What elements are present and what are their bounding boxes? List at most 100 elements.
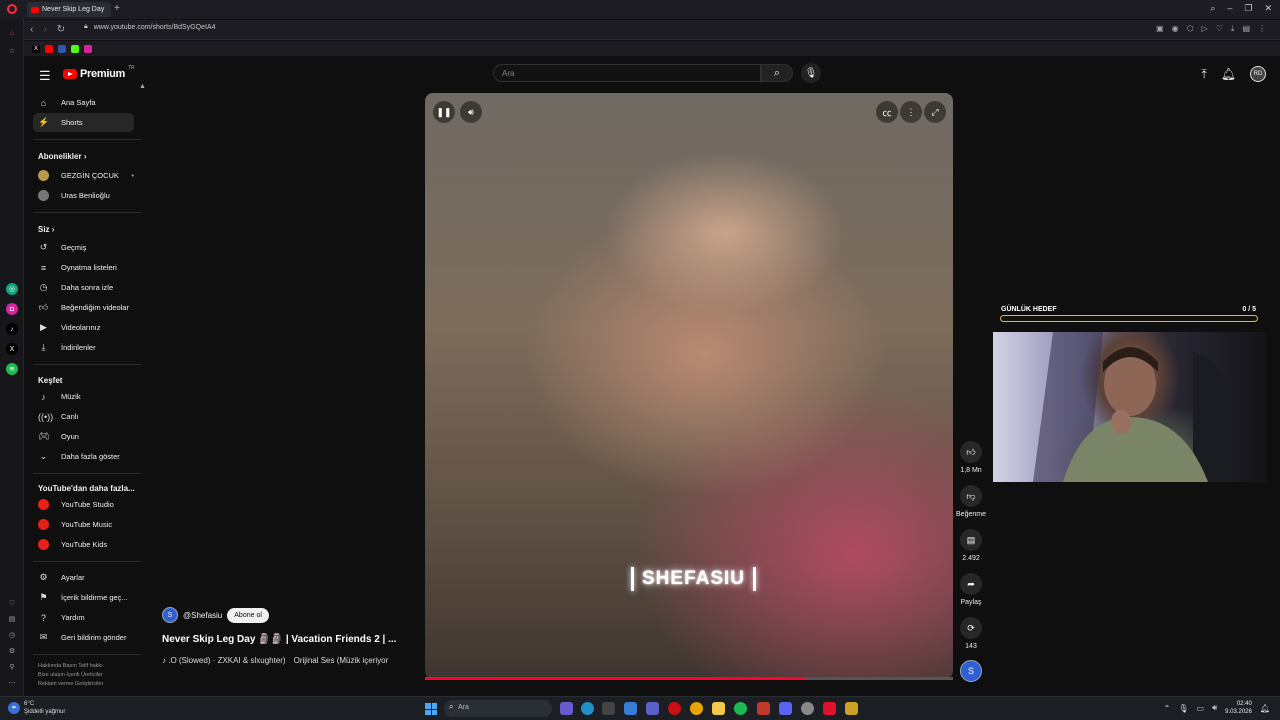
pin-icon[interactable]: ⚲	[6, 661, 18, 673]
wallet-icon[interactable]: ▤	[6, 613, 18, 625]
like-button[interactable]: 👍︎ 1,8 Mn	[951, 441, 991, 474]
sidebar-item-music[interactable]: ♪ Müzik	[33, 387, 134, 406]
maximize-icon[interactable]: ❐	[1244, 3, 1252, 14]
player-icon[interactable]: ▷	[1202, 24, 1208, 34]
settings-icon[interactable]: ⚙	[6, 645, 18, 657]
search-button[interactable]: ⌕	[761, 64, 793, 82]
chrome-icon[interactable]	[690, 702, 703, 715]
recorder-icon[interactable]	[823, 702, 836, 715]
sidebar-item-kids[interactable]: YouTube Kids	[33, 535, 134, 554]
more-icon[interactable]: ⋯	[6, 677, 18, 689]
edge-icon[interactable]	[581, 702, 594, 715]
youtube-logo[interactable]: Premium TR	[63, 65, 135, 80]
sidebar-item-settings[interactable]: ⚙ Ayarlar	[33, 568, 134, 587]
sidebar-item-feedback[interactable]: ✉ Geri bildirim gönder	[33, 628, 134, 647]
star-icon[interactable]: ☆	[6, 45, 18, 57]
url-field[interactable]: 🔒︎ www.youtube.com/shorts/BdSyGQeIA4	[84, 23, 216, 31]
game-icon[interactable]	[845, 702, 858, 715]
spotify-icon[interactable]	[734, 702, 747, 715]
subscriptions-header[interactable]: Abonelikler ›	[38, 152, 86, 161]
sidebar-item-sub-uras[interactable]: Uras Benlioğlu	[33, 186, 134, 205]
sidebar-item-liked[interactable]: 👍︎ Beğendiğim videolar	[33, 298, 134, 317]
camera-icon[interactable]: ◉	[1172, 24, 1179, 34]
flag-bookmark-icon[interactable]	[58, 44, 66, 53]
sidebar-item-help[interactable]: ? Yardım	[33, 608, 134, 627]
copilot-icon[interactable]	[560, 702, 573, 715]
home-icon[interactable]: ⌂	[6, 27, 18, 39]
sidebar-item-your-videos[interactable]: ▶ Videolarınız	[33, 318, 134, 337]
wallet-icon[interactable]: ▤	[1242, 24, 1250, 34]
extension-icon[interactable]: ⬡	[1187, 24, 1194, 34]
forward-icon[interactable]: ›	[43, 24, 46, 35]
instagram-bookmark-icon[interactable]	[84, 44, 92, 53]
x-icon[interactable]: X	[6, 343, 18, 355]
heart-icon[interactable]: ♡	[1216, 24, 1223, 34]
menu-icon[interactable]: ⋮	[1258, 24, 1266, 34]
store-icon[interactable]	[602, 702, 615, 715]
share-button[interactable]: ➦ Paylaş	[951, 573, 991, 606]
microphone-icon[interactable]: 🎙︎	[1178, 704, 1188, 713]
sidebar-item-playlists[interactable]: ≡ Oynatma listeleri	[33, 258, 134, 277]
page-action-icon[interactable]: ▣	[1156, 24, 1164, 34]
scroll-up-icon[interactable]: ▲	[139, 83, 146, 90]
kick-bookmark-icon[interactable]	[71, 44, 79, 53]
original-sound[interactable]: Orijinal Ses (Müzik içeriyor	[294, 656, 389, 665]
minimize-icon[interactable]: –	[1227, 3, 1232, 14]
sound-row[interactable]: ♪ .O (Slowed) · ZXKAI & slxughter) Oriji…	[162, 656, 388, 665]
taskbar-search-input[interactable]: Ara	[444, 700, 552, 717]
footer-line[interactable]: Reklam verme Geliştiriciler	[38, 680, 138, 689]
footer-line[interactable]: Hakkında Basın Telif hakkı	[38, 662, 138, 671]
browser-tab[interactable]: Never Skip Leg Day	[27, 2, 111, 17]
weather-widget[interactable]: ☂ 6°C Şiddetli yağmur	[8, 700, 65, 716]
video-title[interactable]: Never Skip Leg Day 🗿🗿 | Vacation Friends…	[162, 634, 396, 645]
reload-icon[interactable]: ↻	[57, 24, 65, 35]
new-tab-button[interactable]: +	[114, 3, 120, 14]
sidebar-item-history[interactable]: ↺ Geçmiş	[33, 238, 134, 257]
file-explorer-icon[interactable]	[712, 702, 725, 715]
sidebar-item-report-history[interactable]: ⚑ İçerik bildirme geç...	[33, 588, 134, 607]
channel-name[interactable]: @Shefasiu	[183, 611, 222, 620]
youtube-bookmark-icon[interactable]	[45, 44, 53, 53]
app-icon[interactable]	[757, 702, 770, 715]
spotify-icon[interactable]: ≋	[6, 363, 18, 375]
mail-icon[interactable]	[624, 702, 637, 715]
sidebar-item-live[interactable]: ((•)) Canlı	[33, 407, 134, 426]
clock[interactable]: 02:40 9.03.2026	[1225, 700, 1252, 716]
close-icon[interactable]: ✕	[1264, 3, 1272, 14]
sidebar-item-studio[interactable]: YouTube Studio	[33, 495, 134, 514]
sidebar-item-music-app[interactable]: YouTube Music	[33, 515, 134, 534]
sidebar-item-shorts[interactable]: ⚡ Shorts	[33, 113, 134, 132]
footer-links[interactable]: Hakkında Basın Telif hakkı Bize ulaşın İ…	[38, 662, 138, 689]
tiktok-icon[interactable]: ♪	[6, 323, 18, 335]
more-options-button[interactable]: ⋮	[900, 101, 922, 123]
obs-icon[interactable]	[801, 702, 814, 715]
discord-icon[interactable]	[779, 702, 792, 715]
sound-track[interactable]: ♪ .O (Slowed) · ZXKAI & slxughter)	[162, 656, 286, 665]
x-bookmark-icon[interactable]: X	[32, 44, 40, 53]
volume-button[interactable]: 🔊︎	[460, 101, 482, 123]
subscribe-button[interactable]: Abone ol	[227, 607, 269, 623]
hamburger-menu-icon[interactable]: ☰	[39, 68, 51, 84]
chevron-up-icon[interactable]: ⌃	[1164, 704, 1171, 713]
sound-avatar-button[interactable]: S	[951, 660, 991, 682]
sidebar-item-downloads[interactable]: ⤓ İndirilenler	[33, 338, 134, 357]
network-icon[interactable]: ▭	[1197, 704, 1205, 713]
dislike-button[interactable]: 👎︎ Beğenme	[951, 485, 991, 518]
notifications-bell-icon[interactable]: 🔔︎	[1221, 67, 1236, 81]
voice-search-button[interactable]: 🎙︎	[801, 63, 821, 83]
captions-button[interactable]: ㏄	[876, 101, 898, 123]
you-header[interactable]: Siz ›	[38, 225, 54, 234]
channel-avatar[interactable]: S	[162, 607, 178, 623]
opera-icon[interactable]	[668, 702, 681, 715]
search-tabs-icon[interactable]: ⌕	[1210, 3, 1215, 14]
sidebar-item-sub-gezgin[interactable]: GEZGİN ÇOCUK •	[33, 166, 134, 185]
fullscreen-button[interactable]: ⤢	[924, 101, 946, 123]
sidebar-item-home[interactable]: ⌂ Ana Sayfa	[33, 93, 134, 112]
remix-button[interactable]: ⟳ 143	[951, 617, 991, 650]
heart-icon[interactable]: ♡	[6, 597, 18, 609]
back-icon[interactable]: ‹	[30, 24, 33, 35]
avatar[interactable]: RD	[1250, 66, 1266, 82]
windows-start-button[interactable]	[425, 703, 437, 715]
upload-icon[interactable]: ⤒	[1201, 67, 1206, 82]
shorts-video-player[interactable]: ❚❚ 🔊︎ ㏄ ⋮ ⤢ SHEFASIU	[425, 93, 953, 679]
